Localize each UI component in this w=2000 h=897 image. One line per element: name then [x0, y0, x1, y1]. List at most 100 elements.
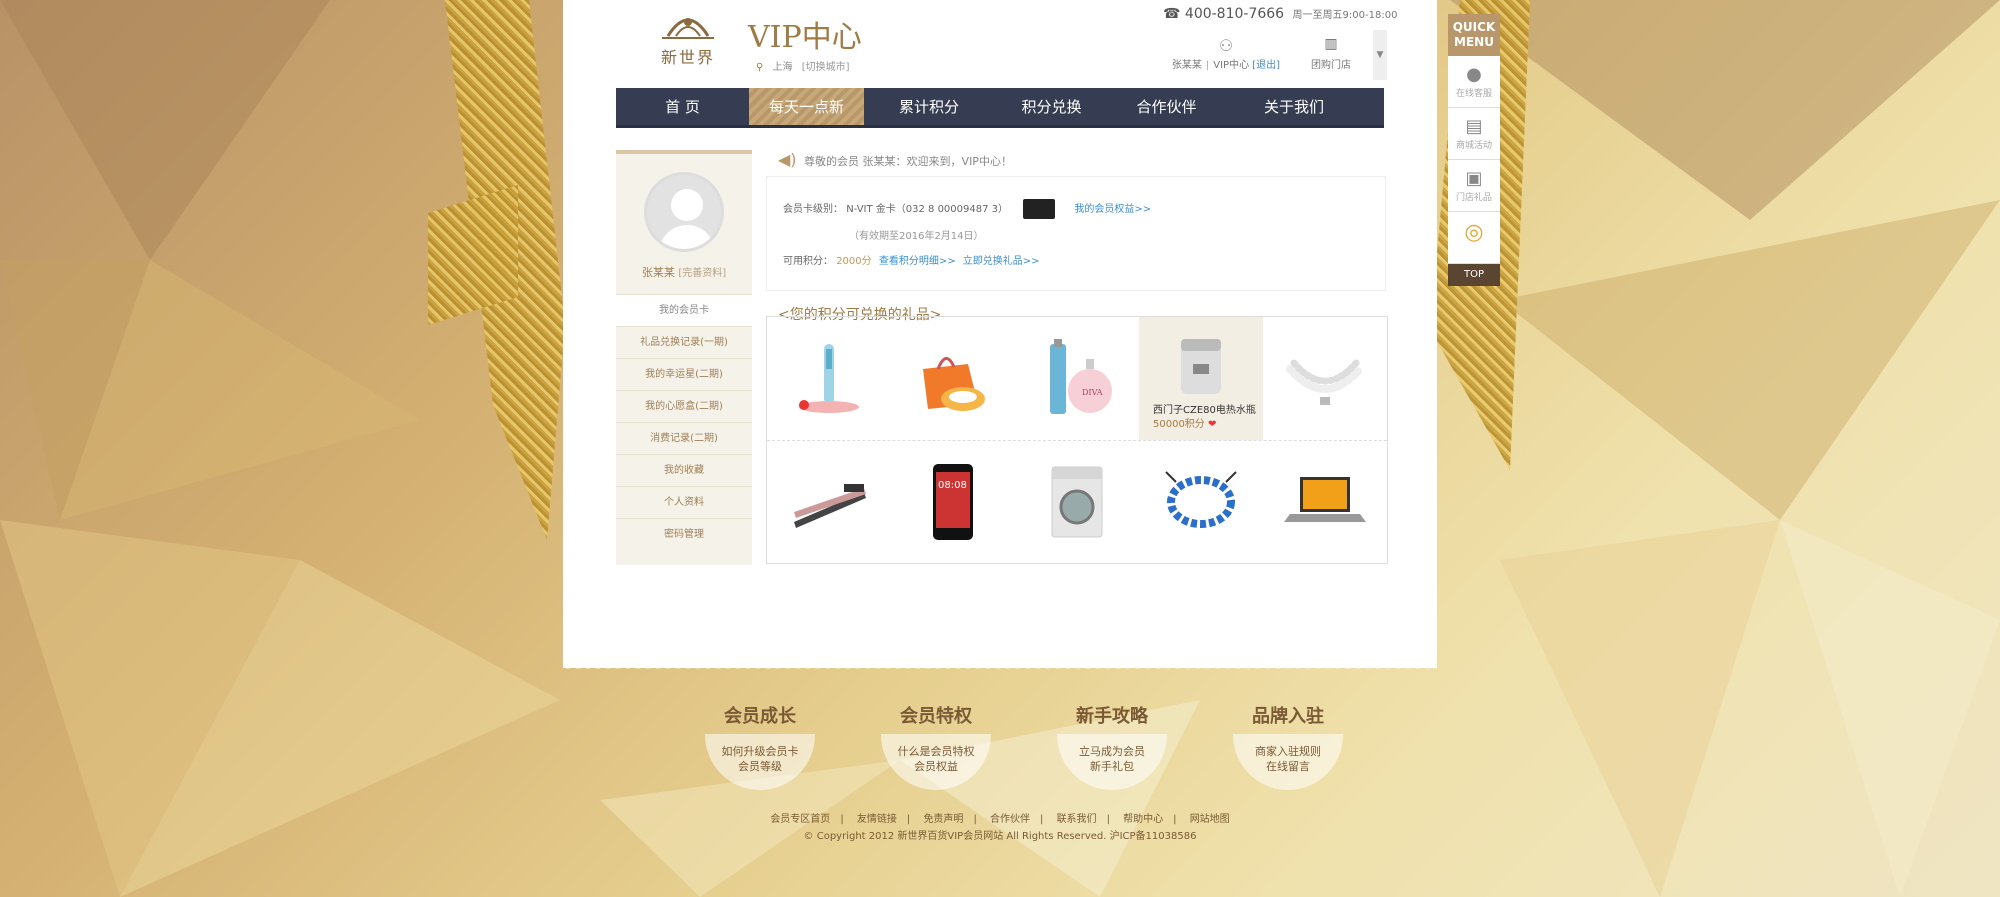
weibo-icon: ◎ — [1464, 220, 1484, 245]
speaker-icon: ◀) — [778, 150, 797, 169]
necklace-icon — [1286, 359, 1364, 405]
footer-link[interactable]: 会员专区首页 — [770, 814, 830, 825]
svg-text:DIVA: DIVA — [1082, 388, 1103, 397]
footer-block-newbie-guide: 新手攻略 立马成为会员 新手礼包 — [1024, 702, 1200, 790]
sidebar-user-name: 张某某 — [641, 266, 675, 279]
footer-link[interactable]: 合作伙伴 — [990, 814, 1030, 825]
gift-perfume-set[interactable]: DIVA — [1015, 317, 1139, 440]
gold-glitter-strip-left — [445, 0, 565, 540]
logout-link[interactable]: [退出] — [1252, 60, 1280, 71]
sidebar-item-password[interactable]: 密码管理 — [616, 518, 752, 550]
footer-block-links[interactable]: 立马成为会员 新手礼包 — [1057, 734, 1167, 790]
back-to-top-button[interactable]: TOP — [1448, 264, 1500, 286]
svg-text:08:08: 08:08 — [938, 480, 967, 491]
member-card-icon — [1023, 199, 1056, 219]
footer-link[interactable]: 网站地图 — [1190, 814, 1230, 825]
location-pin-icon: ⚲ — [756, 62, 764, 73]
sidebar-item-profile[interactable]: 个人资料 — [616, 486, 752, 518]
member-info-box: 会员卡级别： N-VIT 金卡（032 8 00009487 3） 我的会员权益… — [766, 176, 1386, 291]
sidebar-item-lucky-star[interactable]: 我的幸运星(二期) — [616, 358, 752, 390]
stores-link[interactable]: ▥ 团购门店 — [1303, 36, 1359, 78]
sidebar-item-wish-box[interactable]: 我的心愿盒(二期) — [616, 390, 752, 422]
footer-block-member-growth: 会员成长 如何升级会员卡 会员等级 — [672, 702, 848, 790]
brand-logo[interactable]: 新世界 — [648, 8, 728, 78]
member-sidebar: 张某某 [完善资料] 我的会员卡 礼品兑换记录(一期) 我的幸运星(二期) 我的… — [616, 150, 752, 565]
hotline: ☎ 400-810-7666 周一至周五9:00-18:00 — [1163, 6, 1397, 22]
bag-icon — [923, 356, 985, 411]
sidebar-item-membership-card[interactable]: 我的会员卡 — [616, 294, 752, 326]
gift-caption: 西门子CZE80电热水瓶 50000积分 ❤ — [1153, 404, 1256, 432]
welcome-message: ◀) 尊敬的会员 张某某：欢迎来到，VIP中心！ — [778, 150, 1012, 169]
store-icon: ▥ — [1324, 36, 1338, 52]
redeem-gifts-link[interactable]: 立即兑换礼品>> — [963, 256, 1040, 267]
gift-crystal-bracelet[interactable] — [1139, 440, 1263, 563]
quick-menu-weibo[interactable]: ◎ — [1448, 212, 1500, 264]
footer-block-links[interactable]: 如何升级会员卡 会员等级 — [705, 734, 815, 790]
quick-menu: QUICK MENU ● 在线客服 ▤ 商城活动 ▣ 门店礼品 ◎ TOP — [1448, 14, 1500, 286]
water-heater-icon — [1181, 338, 1221, 394]
footer-blocks: 会员成长 如何升级会员卡 会员等级 会员特权 什么是会员特权 会员权益 新手攻略 立… — [672, 702, 1376, 790]
member-benefits-link[interactable]: 我的会员权益>> — [1074, 204, 1151, 215]
vip-center-title: VIP中心 — [748, 20, 862, 55]
bracelet-icon — [1165, 470, 1237, 528]
gift-electric-toothbrush[interactable] — [767, 317, 891, 440]
footer-link[interactable]: 帮助中心 — [1123, 814, 1163, 825]
header-user-name[interactable]: 张某某 — [1172, 60, 1202, 71]
main-nav: 首 页 每天一点新 累计积分 积分兑换 合作伙伴 关于我们 — [616, 88, 1384, 128]
toothbrush-icon — [799, 343, 859, 413]
gift-water-heater[interactable]: 西门子CZE80电热水瓶 50000积分 ❤ — [1139, 317, 1263, 440]
footer-link[interactable]: 免责声明 — [923, 814, 963, 825]
main-card: 新世界 VIP中心 ⚲ 上海 [切换城市] ☎ 400-810-7666 周一至… — [563, 0, 1437, 668]
gift-laptop[interactable] — [1263, 440, 1387, 563]
card-level-label: 会员卡级别： — [783, 204, 843, 215]
nav-accumulate-points[interactable]: 累计积分 — [864, 88, 994, 125]
gift-washing-machine[interactable] — [1015, 440, 1139, 563]
quick-menu-title: QUICK MENU — [1448, 14, 1500, 56]
card-scalloped-edge — [563, 664, 1437, 674]
sidebar-item-purchase-history[interactable]: 消费记录(二期) — [616, 422, 752, 454]
nav-home[interactable]: 首 页 — [616, 88, 749, 125]
washing-machine-icon — [1051, 466, 1103, 537]
footer-block-links[interactable]: 什么是会员特权 会员权益 — [881, 734, 991, 790]
header-vip-center-link[interactable]: VIP中心 — [1213, 60, 1249, 71]
complete-profile-link[interactable]: [完善资料] — [678, 268, 726, 279]
hotline-number: 400-810-7666 — [1184, 6, 1285, 22]
nav-partners[interactable]: 合作伙伴 — [1109, 88, 1224, 125]
card-level-value: N-VIT 金卡（032 8 00009487 3） — [846, 204, 1009, 215]
avatar[interactable] — [644, 172, 724, 252]
location-city: 上海 — [772, 62, 793, 73]
footer-link[interactable]: 友情链接 — [857, 814, 897, 825]
logo-emblem-icon — [662, 18, 714, 39]
card-level-line: 会员卡级别： N-VIT 金卡（032 8 00009487 3） 我的会员权益… — [783, 199, 1369, 219]
points-detail-link[interactable]: 查看积分明细>> — [879, 256, 956, 267]
points-value: 2000分 — [836, 256, 872, 267]
header-dropdown-arrow-icon[interactable]: ▼ — [1373, 30, 1387, 80]
phone-icon: ☎ — [1163, 6, 1181, 22]
gift-box-icon: ▣ — [1465, 168, 1483, 189]
location-selector[interactable]: ⚲ 上海 [切换城市] — [756, 58, 850, 73]
quick-menu-store-gifts[interactable]: ▣ 门店礼品 — [1448, 160, 1500, 212]
gift-hair-straightener[interactable] — [767, 440, 891, 563]
gift-caption-name: 西门子CZE80电热水瓶 — [1153, 405, 1256, 416]
gift-orange-bag-set[interactable] — [891, 317, 1015, 440]
user-icon[interactable]: ⚇ — [1163, 36, 1289, 56]
welcome-text: 尊敬的会员 张某某：欢迎来到，VIP中心！ — [804, 155, 1012, 168]
switch-city-link[interactable]: [切换城市] — [802, 62, 850, 73]
footer-links: 会员专区首页 | 友情链接 | 免责声明 | 合作伙伴 | 联系我们 | 帮助中心 | 网站… — [770, 814, 1230, 825]
smartphone-icon: 08:08 — [933, 463, 973, 540]
sidebar-item-favorites[interactable]: 我的收藏 — [616, 454, 752, 486]
newspaper-icon: ▤ — [1465, 116, 1483, 137]
gift-smartphone[interactable]: 08:08 — [891, 440, 1015, 563]
nav-redeem-points[interactable]: 积分兑换 — [994, 88, 1109, 125]
footer-block-links[interactable]: 商家入驻规则 在线留言 — [1233, 734, 1343, 790]
footer-link[interactable]: 联系我们 — [1057, 814, 1097, 825]
sidebar-item-gift-redemption[interactable]: 礼品兑换记录(一期) — [616, 326, 752, 358]
gold-glitter-strip-left-2 — [428, 185, 518, 325]
user-account-box: ⚇ 张某某 | VIP中心 [退出] — [1163, 36, 1289, 78]
gift-pearl-necklace[interactable] — [1263, 317, 1387, 440]
gift-caption-points: 50000积分 ❤ — [1153, 419, 1217, 430]
nav-daily-new[interactable]: 每天一点新 — [749, 88, 864, 125]
nav-about-us[interactable]: 关于我们 — [1224, 88, 1364, 125]
quick-menu-online-service[interactable]: ● 在线客服 — [1448, 56, 1500, 108]
quick-menu-mall-events[interactable]: ▤ 商城活动 — [1448, 108, 1500, 160]
